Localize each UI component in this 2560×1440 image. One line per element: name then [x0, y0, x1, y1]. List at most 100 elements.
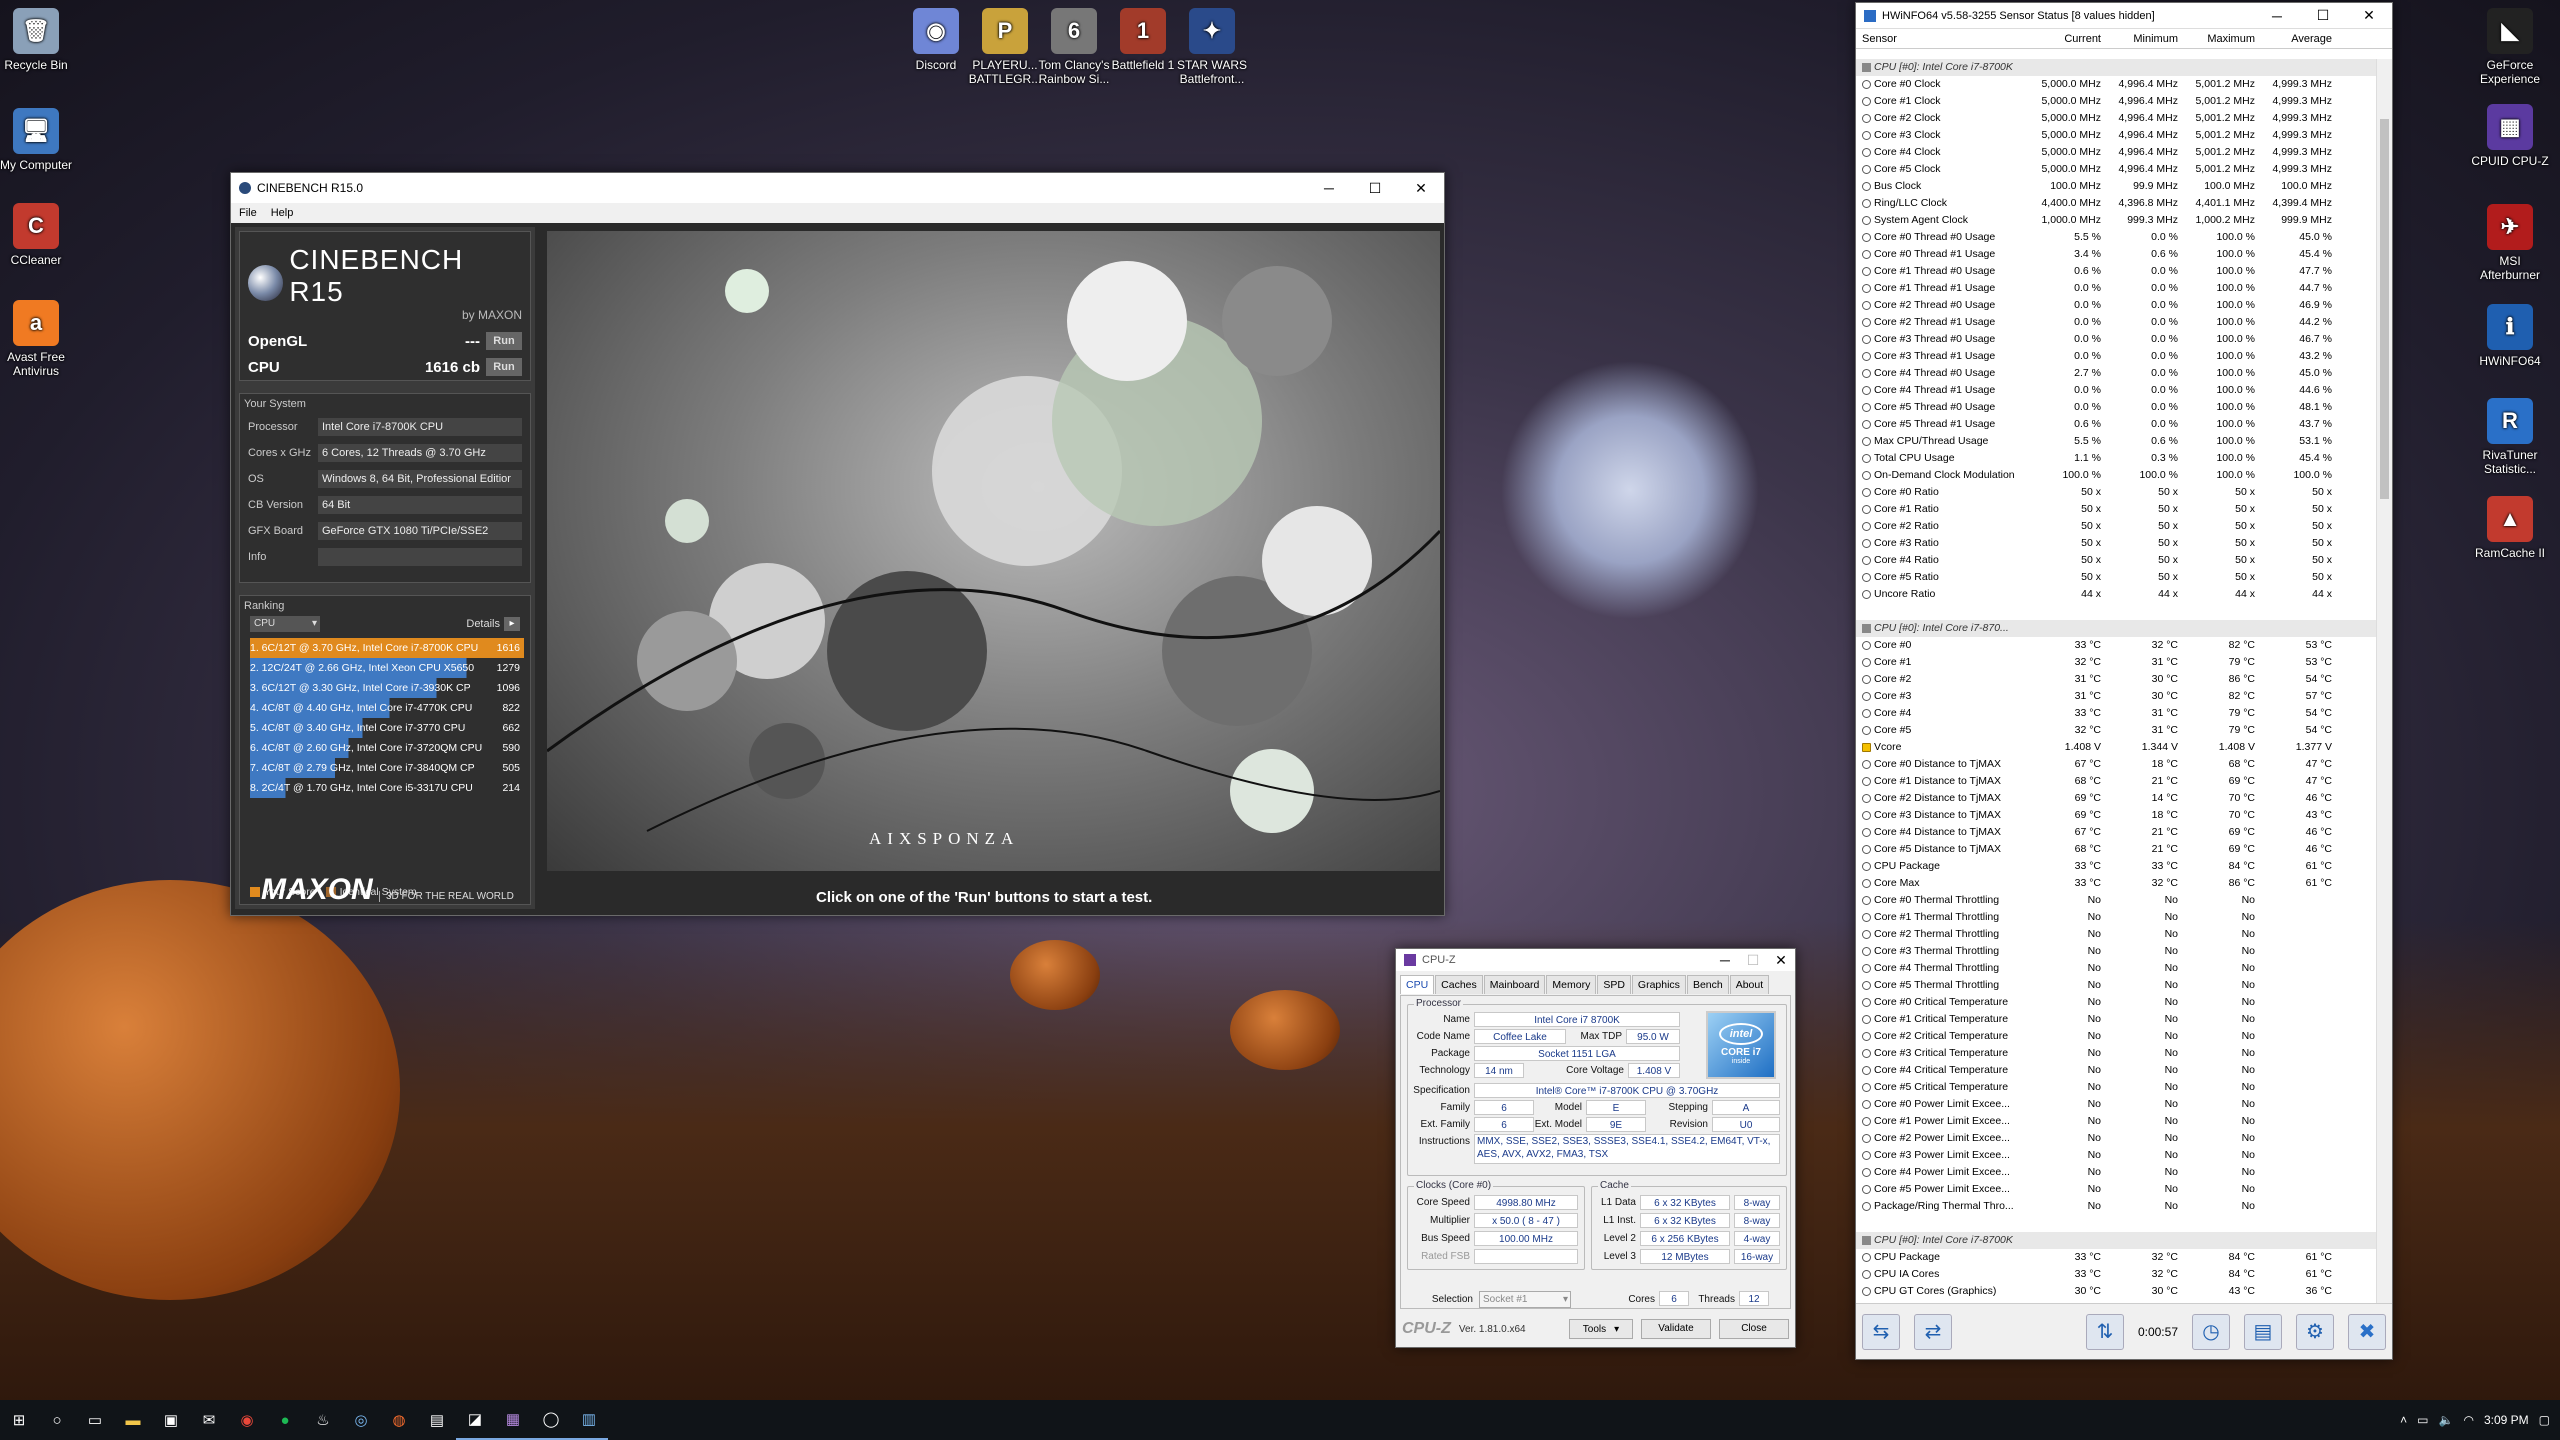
desktop-icon[interactable]: ✦ STAR WARS Battlefront... — [1172, 8, 1252, 86]
sensor-row[interactable]: Core #4 Ratio 50 x 50 x 50 x 50 x — [1856, 552, 2376, 569]
sensor-row[interactable]: Core #4 33 °C 31 °C 79 °C 54 °C — [1856, 705, 2376, 722]
minimize-button[interactable]: ─ — [1711, 949, 1739, 971]
minimize-button[interactable]: ─ — [1306, 173, 1352, 203]
sensor-row[interactable]: Core #3 Thread #0 Usage 0.0 % 0.0 % 100.0 %… — [1856, 331, 2376, 348]
sensor-row[interactable]: Core #1 32 °C 31 °C 79 °C 53 °C — [1856, 654, 2376, 671]
desktop-icon[interactable]: ✈ MSI Afterburner — [2470, 204, 2550, 282]
desktop-icon[interactable]: ◉ Discord — [896, 8, 976, 72]
sensor-row[interactable]: Core #3 Clock 5,000.0 MHz 4,996.4 MHz 5,001… — [1856, 127, 2376, 144]
sensor-row[interactable]: Core #1 Critical Temperature No No No — [1856, 1011, 2376, 1028]
sensor-row[interactable]: Core #1 Thread #1 Usage 0.0 % 0.0 % 100.0 %… — [1856, 280, 2376, 297]
maximize-button[interactable]: ☐ — [1352, 173, 1398, 203]
sensor-row[interactable]: Core #4 Critical Temperature No No No — [1856, 1062, 2376, 1079]
start-windows-icon[interactable]: ⊞ — [0, 1400, 38, 1440]
desktop-icon[interactable]: ℹ HWiNFO64 — [2470, 304, 2550, 368]
sensor-row[interactable]: Core #5 32 °C 31 °C 79 °C 54 °C — [1856, 722, 2376, 739]
sensor-row[interactable]: Core #3 Distance to TjMAX 69 °C 18 °C 70 °C… — [1856, 807, 2376, 824]
close-cpuz-button[interactable]: Close — [1719, 1319, 1789, 1339]
sensor-row[interactable]: Core #0 Ratio 50 x 50 x 50 x 50 x — [1856, 484, 2376, 501]
maximize-button[interactable]: ☐ — [2300, 3, 2346, 29]
sensor-row[interactable]: Core #1 Thermal Throttling No No No — [1856, 909, 2376, 926]
sensor-row[interactable]: Core #4 Distance to TjMAX 67 °C 21 °C 69 °C… — [1856, 824, 2376, 841]
cinebench-titlebar[interactable]: CINEBENCH R15.0 ─ ☐ ✕ — [231, 173, 1444, 203]
ranking-row[interactable]: 3. 6C/12T @ 3.30 GHz, Intel Core i7-3930… — [250, 678, 524, 698]
sensor-row[interactable]: Core #5 Ratio 50 x 50 x 50 x 50 x — [1856, 569, 2376, 586]
sensor-row[interactable]: Core #3 Critical Temperature No No No — [1856, 1045, 2376, 1062]
arrows-left-right-icon[interactable]: ⇆ — [1862, 1313, 1900, 1350]
hwinfo-titlebar[interactable]: HWiNFO64 v5.58-3255 Sensor Status [8 val… — [1856, 3, 2392, 29]
maximize-button[interactable]: ☐ — [1739, 949, 1767, 971]
sensor-row[interactable]: CPU GT Cores (Graphics) 30 °C 30 °C 43 °C 36… — [1856, 1283, 2376, 1300]
sensor-row[interactable]: Core Max 33 °C 32 °C 86 °C 61 °C — [1856, 875, 2376, 892]
exit-icon[interactable]: ✖ — [2348, 1313, 2386, 1350]
validate-button[interactable]: Validate — [1641, 1319, 1711, 1339]
ranking-row[interactable]: 5. 4C/8T @ 3.40 GHz, Intel Core i7-3770 … — [250, 718, 524, 738]
cpuz-titlebar[interactable]: CPU-Z ─ ☐ ✕ — [1396, 949, 1795, 971]
close-button[interactable]: ✕ — [2346, 3, 2392, 29]
desktop-icon[interactable]: 🗑 Recycle Bin — [0, 8, 76, 72]
cinebench-taskbar-icon[interactable]: ◪ — [456, 1400, 494, 1440]
spotify-icon[interactable]: ● — [266, 1400, 304, 1440]
sensor-row[interactable]: Uncore Ratio 44 x 44 x 44 x 44 x — [1856, 586, 2376, 603]
task-view-icon[interactable]: ▭ — [76, 1400, 114, 1440]
sensor-row[interactable]: Ring/LLC Clock 4,400.0 MHz 4,396.8 MHz 4,40… — [1856, 195, 2376, 212]
sensor-row[interactable]: Core #3 Power Limit Excee... No No No — [1856, 1147, 2376, 1164]
desktop-icon[interactable]: ▦ CPUID CPU-Z — [2470, 104, 2550, 168]
sensor-row[interactable]: Core #4 Power Limit Excee... No No No — [1856, 1164, 2376, 1181]
sensor-row[interactable]: Core #0 Power Limit Excee... No No No — [1856, 1096, 2376, 1113]
sensor-row[interactable]: Core #1 Clock 5,000.0 MHz 4,996.4 MHz 5,001… — [1856, 93, 2376, 110]
sensor-row[interactable]: Core #3 Ratio 50 x 50 x 50 x 50 x — [1856, 535, 2376, 552]
report-icon[interactable]: ▤ — [2244, 1313, 2282, 1350]
sensor-row[interactable]: Core #0 Critical Temperature No No No — [1856, 994, 2376, 1011]
desktop-icon[interactable]: P PLAYERU... BATTLEGR... — [965, 8, 1045, 86]
sensor-row[interactable]: Core #0 Thread #0 Usage 5.5 % 0.0 % 100.0 %… — [1856, 229, 2376, 246]
sensor-row[interactable]: Core #5 Clock 5,000.0 MHz 4,996.4 MHz 5,001… — [1856, 161, 2376, 178]
tab-spd[interactable]: SPD — [1597, 975, 1631, 994]
sensor-row[interactable]: Core #5 Critical Temperature No No No — [1856, 1079, 2376, 1096]
sensor-row[interactable]: Core #1 Distance to TjMAX 68 °C 21 °C 69 °C… — [1856, 773, 2376, 790]
ranking-row[interactable]: 7. 4C/8T @ 2.79 GHz, Intel Core i7-3840Q… — [250, 758, 524, 778]
sensor-row[interactable]: Vcore 1.408 V 1.344 V 1.408 V 1.377 V — [1856, 739, 2376, 756]
sensor-row[interactable]: Core #2 Critical Temperature No No No — [1856, 1028, 2376, 1045]
column-header[interactable]: Current — [2024, 33, 2101, 45]
sensor-row[interactable]: Core #1 Thread #0 Usage 0.6 % 0.0 % 100.0 %… — [1856, 263, 2376, 280]
tab-bench[interactable]: Bench — [1686, 975, 1729, 994]
chevron-up-icon[interactable]: ˄ — [2400, 1413, 2407, 1427]
network-icon[interactable]: ▭ — [2417, 1413, 2428, 1427]
sensor-row[interactable]: Core #0 Thread #1 Usage 3.4 % 0.6 % 100.0 %… — [1856, 246, 2376, 263]
sensor-row[interactable]: Core #5 Power Limit Excee... No No No — [1856, 1181, 2376, 1198]
sensor-row[interactable]: Core #5 Distance to TjMAX 68 °C 21 °C 69 °C… — [1856, 841, 2376, 858]
hwinfo-taskbar-icon[interactable]: ▥ — [570, 1400, 608, 1440]
desktop-icon[interactable]: R RivaTuner Statistic... — [2470, 398, 2550, 476]
column-header[interactable]: Maximum — [2178, 33, 2255, 45]
sensor-row[interactable]: Core #4 Clock 5,000.0 MHz 4,996.4 MHz 5,001… — [1856, 144, 2376, 161]
sensor-group-row[interactable]: CPU [#0]: Intel Core i7-870... — [1856, 620, 2376, 637]
sensor-row[interactable]: Core #3 31 °C 30 °C 82 °C 57 °C — [1856, 688, 2376, 705]
tab-memory[interactable]: Memory — [1546, 975, 1597, 994]
cpu-run-button[interactable]: Run — [486, 358, 522, 376]
search-icon[interactable]: ○ — [38, 1400, 76, 1440]
sensor-row[interactable]: Total CPU Usage 1.1 % 0.3 % 100.0 % 45.4 % — [1856, 450, 2376, 467]
network-icon[interactable]: ⇅ — [2085, 1313, 2124, 1350]
tab-graphics[interactable]: Graphics — [1631, 975, 1686, 994]
tools-button[interactable]: Tools ▾ — [1569, 1319, 1633, 1339]
clock-icon[interactable]: ◷ — [2192, 1313, 2230, 1350]
sensor-row[interactable]: Core #0 Distance to TjMAX 67 °C 18 °C 68 °C… — [1856, 756, 2376, 773]
wifi-icon[interactable]: ◠ — [2463, 1413, 2473, 1427]
tab-cpu[interactable]: CPU — [1400, 975, 1435, 994]
menu-help[interactable]: Help — [271, 207, 294, 219]
sensor-row[interactable]: Core #2 Power Limit Excee... No No No — [1856, 1130, 2376, 1147]
uplay-icon[interactable]: ◎ — [342, 1400, 380, 1440]
sensor-row[interactable]: Core #2 Thread #0 Usage 0.0 % 0.0 % 100.0 %… — [1856, 297, 2376, 314]
sensor-row[interactable]: Core #2 Thread #1 Usage 0.0 % 0.0 % 100.0 %… — [1856, 314, 2376, 331]
tab-caches[interactable]: Caches — [1435, 975, 1483, 994]
tab-mainboard[interactable]: Mainboard — [1483, 975, 1546, 994]
desktop-icon[interactable]: ▲ RamCache II — [2470, 496, 2550, 560]
cinebench-running-icon[interactable]: ◯ — [532, 1400, 570, 1440]
details-toggle-button[interactable]: ▸ — [504, 617, 520, 631]
ranking-row[interactable]: 6. 4C/8T @ 2.60 GHz, Intel Core i7-3720Q… — [250, 738, 524, 758]
scrollbar-thumb[interactable] — [2380, 119, 2389, 499]
ranking-row[interactable]: 1. 6C/12T @ 3.70 GHz, Intel Core i7-8700… — [250, 638, 524, 658]
sensor-row[interactable]: Core #4 Thermal Throttling No No No — [1856, 960, 2376, 977]
arrows-collapse-icon[interactable]: ⇄ — [1914, 1313, 1952, 1350]
